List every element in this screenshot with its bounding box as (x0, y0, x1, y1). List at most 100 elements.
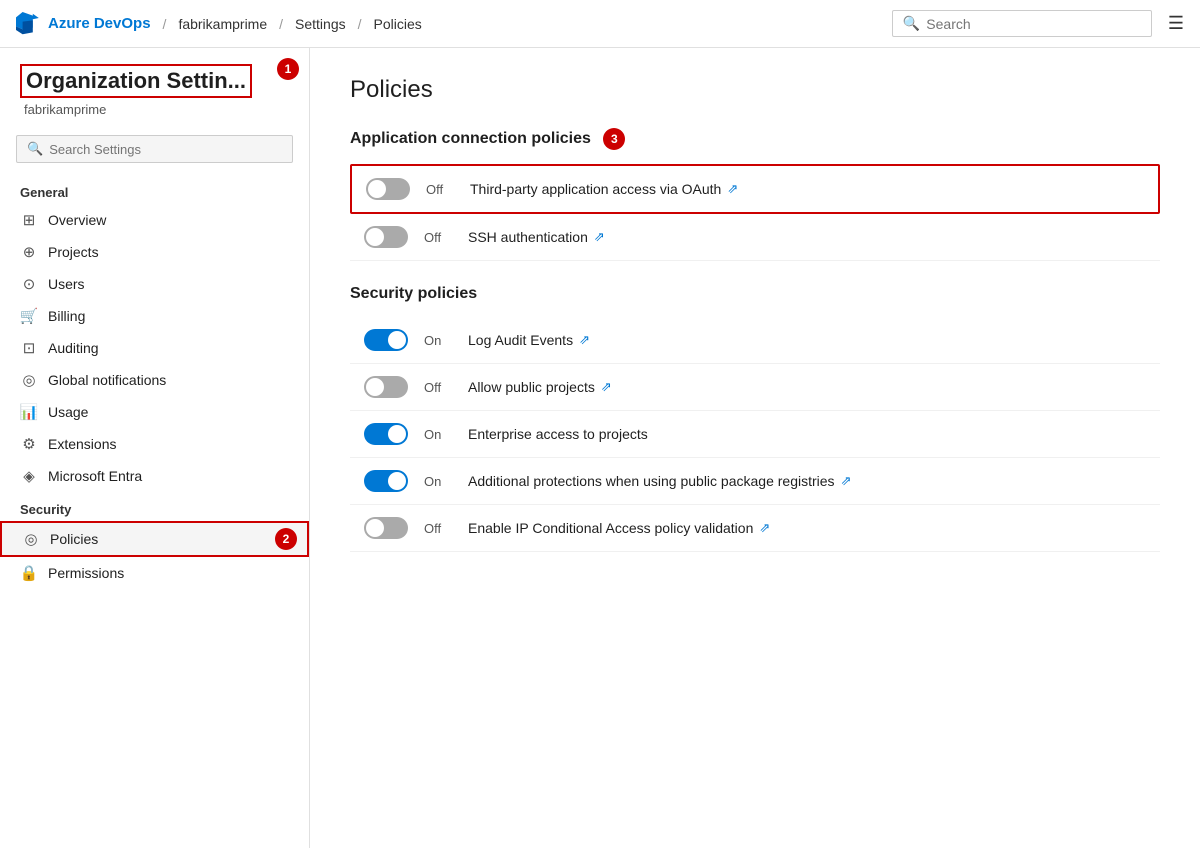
policies-icon: ◎ (22, 530, 40, 548)
toggle-label-public-projects: Off (424, 380, 452, 395)
topnav-brand: Azure DevOps (48, 15, 151, 32)
policy-text-ssh: SSH authentication ⇗ (468, 229, 605, 245)
overview-icon: ⊞ (20, 211, 38, 229)
org-subtitle: fabrikamprime (20, 102, 289, 117)
sidebar-item-global-notifications[interactable]: ◎ Global notifications (0, 364, 309, 396)
toggle-oauth[interactable] (366, 178, 410, 200)
topnav-logo: Azure DevOps (16, 12, 151, 36)
sidebar-item-usage-label: Usage (48, 404, 88, 420)
sidebar-item-projects[interactable]: ⊕ Projects (0, 236, 309, 268)
policy-row-log-audit: On Log Audit Events ⇗ (350, 317, 1160, 364)
menu-icon[interactable]: ☰ (1168, 13, 1184, 34)
toggle-knob-log-audit (388, 331, 406, 349)
policy-text-oauth: Third-party application access via OAuth… (470, 181, 738, 197)
sidebar-item-permissions[interactable]: 🔒 Permissions (0, 557, 309, 589)
toggle-additional-protections[interactable] (364, 470, 408, 492)
sidebar-item-notifications-label: Global notifications (48, 372, 166, 388)
toggle-knob-oauth (368, 180, 386, 198)
sidebar-item-overview-label: Overview (48, 212, 106, 228)
toggle-log-audit[interactable] (364, 329, 408, 351)
policy-text-log-audit: Log Audit Events ⇗ (468, 332, 590, 348)
sidebar-header: Organization Settin... fabrikamprime 1 (0, 48, 309, 127)
link-icon-additional-protections[interactable]: ⇗ (841, 473, 852, 489)
toggle-knob-additional-protections (388, 472, 406, 490)
billing-icon: 🛒 (20, 307, 38, 325)
breadcrumb-sep-3: / (358, 16, 362, 32)
section-app-connection-title: Application connection policies 3 (350, 128, 1160, 150)
sidebar-item-usage[interactable]: 📊 Usage (0, 396, 309, 428)
toggle-ssh[interactable] (364, 226, 408, 248)
topnav: Azure DevOps / fabrikamprime / Settings … (0, 0, 1200, 48)
topnav-search-box[interactable]: 🔍 (892, 10, 1152, 37)
link-icon-oauth[interactable]: ⇗ (727, 181, 738, 197)
sidebar-item-policies-label: Policies (50, 531, 98, 547)
breadcrumb-settings[interactable]: Settings (295, 16, 346, 32)
toggle-public-projects[interactable] (364, 376, 408, 398)
sidebar-item-users-label: Users (48, 276, 85, 292)
sidebar-item-microsoft-entra[interactable]: ◈ Microsoft Entra (0, 460, 309, 492)
badge-1: 1 (277, 58, 299, 80)
section-general-label: General (0, 175, 309, 204)
org-title: Organization Settin... (20, 64, 252, 98)
badge-3: 3 (603, 128, 625, 150)
main-content: Policies Application connection policies… (310, 48, 1200, 848)
entra-icon: ◈ (20, 467, 38, 485)
section-security-policies: Security policies On Log Audit Events ⇗ … (350, 285, 1160, 552)
policy-row-ip-conditional: Off Enable IP Conditional Access policy … (350, 505, 1160, 552)
sidebar-item-users[interactable]: ⊙ Users (0, 268, 309, 300)
azure-devops-logo (16, 12, 40, 36)
toggle-label-enterprise-access: On (424, 427, 452, 442)
sidebar-item-permissions-label: Permissions (48, 565, 124, 581)
breadcrumb-org[interactable]: fabrikamprime (178, 16, 267, 32)
permissions-icon: 🔒 (20, 564, 38, 582)
policy-row-public-projects: Off Allow public projects ⇗ (350, 364, 1160, 411)
search-icon: 🔍 (903, 15, 920, 32)
toggle-knob-ip-conditional (366, 519, 384, 537)
policy-text-ip-conditional: Enable IP Conditional Access policy vali… (468, 520, 770, 536)
sidebar-item-policies[interactable]: ◎ Policies 2 (0, 521, 309, 557)
link-icon-log-audit[interactable]: ⇗ (579, 332, 590, 348)
usage-icon: 📊 (20, 403, 38, 421)
toggle-label-ssh: Off (424, 230, 452, 245)
sidebar-search-icon: 🔍 (27, 141, 43, 157)
sidebar-item-auditing[interactable]: ⊡ Auditing (0, 332, 309, 364)
projects-icon: ⊕ (20, 243, 38, 261)
sidebar-search-box[interactable]: 🔍 (16, 135, 293, 163)
link-icon-ip-conditional[interactable]: ⇗ (759, 520, 770, 536)
extensions-icon: ⚙ (20, 435, 38, 453)
toggle-ip-conditional[interactable] (364, 517, 408, 539)
toggle-knob-public-projects (366, 378, 384, 396)
sidebar-search-input[interactable] (49, 142, 282, 157)
toggle-knob-ssh (366, 228, 384, 246)
auditing-icon: ⊡ (20, 339, 38, 357)
sidebar-item-extensions-label: Extensions (48, 436, 116, 452)
sidebar-item-overview[interactable]: ⊞ Overview (0, 204, 309, 236)
section-app-connection: Application connection policies 3 Off Th… (350, 128, 1160, 261)
breadcrumb-policies[interactable]: Policies (374, 16, 422, 32)
policy-row-oauth: Off Third-party application access via O… (350, 164, 1160, 214)
policy-text-additional-protections: Additional protections when using public… (468, 473, 851, 489)
policy-row-enterprise-access: On Enterprise access to projects (350, 411, 1160, 458)
sidebar-item-projects-label: Projects (48, 244, 99, 260)
toggle-enterprise-access[interactable] (364, 423, 408, 445)
toggle-label-oauth: Off (426, 182, 454, 197)
sidebar-item-billing[interactable]: 🛒 Billing (0, 300, 309, 332)
sidebar: Organization Settin... fabrikamprime 1 🔍… (0, 48, 310, 848)
toggle-label-additional-protections: On (424, 474, 452, 489)
breadcrumb-sep-1: / (163, 16, 167, 32)
sidebar-item-extensions[interactable]: ⚙ Extensions (0, 428, 309, 460)
policy-text-enterprise-access: Enterprise access to projects (468, 426, 648, 442)
policy-row-ssh: Off SSH authentication ⇗ (350, 214, 1160, 261)
link-icon-public-projects[interactable]: ⇗ (601, 379, 612, 395)
sidebar-item-auditing-label: Auditing (48, 340, 99, 356)
notifications-icon: ◎ (20, 371, 38, 389)
policy-text-public-projects: Allow public projects ⇗ (468, 379, 612, 395)
section-security-policies-title: Security policies (350, 285, 1160, 303)
sidebar-item-entra-label: Microsoft Entra (48, 468, 142, 484)
badge-2: 2 (275, 528, 297, 550)
link-icon-ssh[interactable]: ⇗ (594, 229, 605, 245)
main-layout: Organization Settin... fabrikamprime 1 🔍… (0, 48, 1200, 848)
search-input[interactable] (926, 16, 1141, 32)
toggle-knob-enterprise-access (388, 425, 406, 443)
toggle-label-log-audit: On (424, 333, 452, 348)
